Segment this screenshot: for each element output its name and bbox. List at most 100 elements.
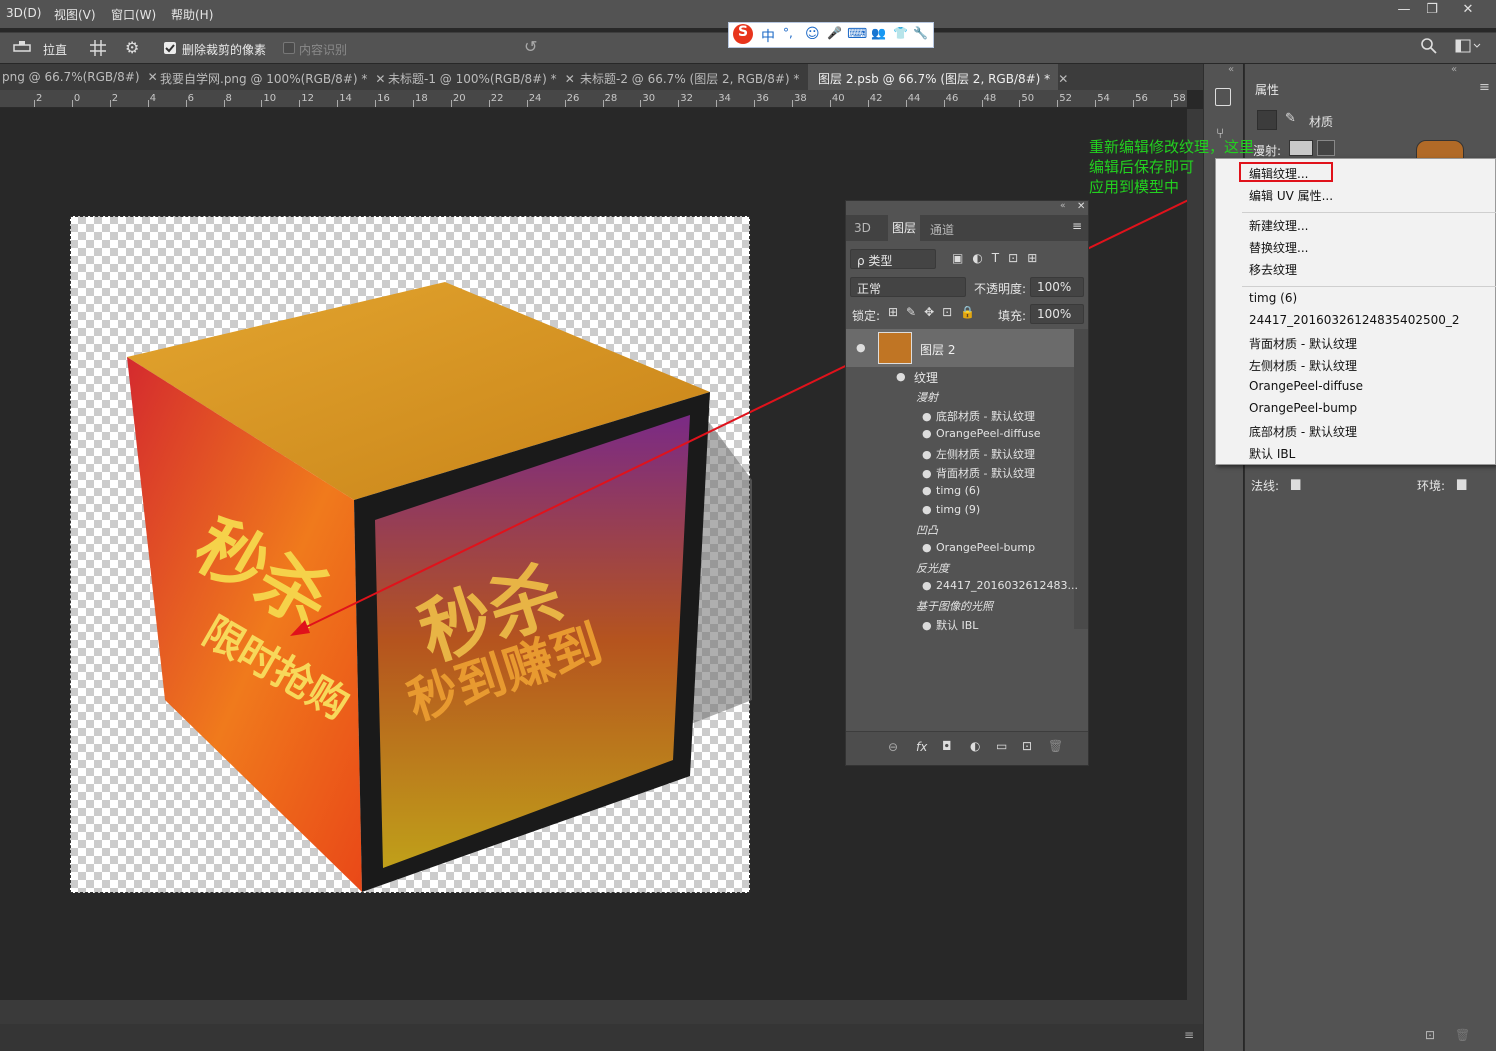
layer-name: 图层 2 [920,343,956,357]
new-layer-icon[interactable]: ⊡ [1022,739,1032,753]
diffuse-label: 漫射: [1253,144,1282,158]
texture-item[interactable]: ● timg (6) [922,484,1150,497]
texture-group-label: 凹凸 [916,524,938,537]
trash-icon[interactable]: 🗑 [1048,739,1063,753]
annotation-text: 重新编辑修改纹理，这里 编辑后保存即可 应用到模型中 [1089,138,1255,196]
diffuse-texture-icon[interactable] [1317,140,1335,156]
vertical-scrollbar[interactable] [1187,109,1203,1024]
render-icon[interactable]: ⊡ [1425,1028,1435,1042]
properties-title: 属性 [1255,83,1280,97]
panel-menu-icon[interactable]: ≡ [1479,80,1490,95]
normal-label: 法线: [1251,479,1280,493]
fill-input[interactable]: 100% [1030,304,1084,324]
context-menu-item[interactable]: 底部材质 - 默认纹理 [1249,423,1357,440]
texture-item-label: 默认 IBL [936,619,979,632]
context-menu-item[interactable]: 新建纹理... [1249,217,1308,234]
texture-item[interactable]: ● timg (9) [922,503,1150,516]
panel-menu-icon[interactable]: ≡ [1072,219,1082,233]
collapse-icon[interactable]: « [1228,64,1234,75]
context-menu-item[interactable]: 编辑 UV 属性... [1249,187,1333,204]
trash-icon[interactable]: 🗑 [1455,1028,1470,1042]
eye-icon[interactable]: ● [922,448,936,461]
layers-panel-tabs: 3D 图层 通道 ≡ [846,215,1088,241]
texture-item-label: timg (9) [936,503,981,516]
texture-item[interactable]: ● OrangePeel-diffuse [922,427,1150,440]
blend-mode-select[interactable]: 正常 [850,277,966,297]
texture-item-label: 底部材质 - 默认纹理 [936,410,1035,423]
environment-label: 环境: [1417,479,1446,493]
eye-icon[interactable]: ● [922,541,936,554]
texture-item-label: OrangePeel-diffuse [936,427,1041,440]
status-bar: ≡ [0,1024,1203,1051]
mask-icon[interactable]: ◘ [942,739,952,753]
collapse-icon[interactable]: « [1060,201,1066,211]
material-preview-thumbnail[interactable] [1416,140,1464,160]
texture-item-label: 背面材质 - 默认纹理 [936,467,1035,480]
context-menu-item[interactable]: OrangePeel-bump [1249,401,1357,415]
panel-menu-icon[interactable]: ≡ [1184,1028,1194,1042]
eye-icon[interactable]: ● [922,579,936,592]
context-menu-item[interactable]: 默认 IBL [1249,445,1295,462]
folder-icon[interactable]: ▭ [996,739,1007,753]
close-icon[interactable]: ✕ [1077,201,1085,212]
context-menu-item[interactable]: 24417_20160326124835402500_2 [1249,313,1460,327]
fill-label: 填充: [998,309,1027,323]
eye-icon[interactable]: ● [922,484,936,497]
layers-footer: ⊖ fx ◘ ◐ ▭ ⊡ 🗑 [846,731,1088,765]
texture-item[interactable]: ● 底部材质 - 默认纹理 [922,408,1150,424]
texture-item[interactable]: ● 默认 IBL [922,617,1150,633]
eye-icon[interactable]: ● [922,427,936,440]
crop-border[interactable] [70,216,750,893]
context-menu-item[interactable]: timg (6) [1249,291,1297,305]
eye-icon[interactable]: ● [896,370,906,383]
diffuse-color-swatch[interactable] [1289,140,1313,156]
history-icon[interactable] [1215,88,1231,106]
menu-separator [1242,212,1496,213]
collapse-icon[interactable]: « [1451,64,1457,75]
texture-group-label: 基于图像的光照 [916,600,993,613]
folder-icon[interactable]: ▆ [1291,476,1300,490]
texture-item-label: OrangePeel-bump [936,541,1036,554]
horizontal-scrollbar[interactable] [0,1000,1187,1024]
texture-item[interactable]: ● 左侧材质 - 默认纹理 [922,446,1150,462]
layer-filter-select[interactable]: ρ 类型 [850,249,936,269]
texture-item[interactable]: ● 24417_2016032612483... [922,579,1150,592]
tab-layers[interactable]: 图层 [888,215,921,241]
eye-icon[interactable]: ● [922,503,936,516]
textures-label: 纹理 [914,371,939,385]
opacity-label: 不透明度: [974,282,1027,296]
context-menu-item[interactable]: 移去纹理 [1249,261,1297,278]
fx-icon[interactable]: fx [916,740,927,754]
texture-group-label: 漫射 [916,391,938,404]
tab-channels[interactable]: 通道 [930,221,954,238]
material-type-icon[interactable] [1257,110,1277,130]
texture-item-label: 左侧材质 - 默认纹理 [936,448,1035,461]
texture-context-menu: 编辑纹理... 编辑 UV 属性... 新建纹理... 替换纹理... 移去纹理 timg… [1215,158,1496,465]
adjustment-icon[interactable]: ◐ [970,739,980,753]
context-menu-item[interactable]: 替换纹理... [1249,239,1308,256]
texture-group-label: 反光度 [916,562,949,575]
context-menu-item[interactable]: 左侧材质 - 默认纹理 [1249,357,1357,374]
lock-label: 锁定: [852,309,881,323]
eye-icon[interactable]: ● [922,467,936,480]
filter-icons[interactable]: ▣◐T⊡⊞ [952,251,1046,265]
context-menu-item[interactable]: OrangePeel-diffuse [1249,379,1363,393]
lock-icons[interactable]: ⊞✎✥⊡🔒 [888,305,983,319]
texture-item[interactable]: ● OrangePeel-bump [922,541,1150,554]
eye-icon[interactable]: ● [856,341,866,354]
tab-3d[interactable]: 3D [854,221,871,235]
eye-icon[interactable]: ● [922,619,936,632]
layer-thumbnail [878,332,912,364]
brush-icon: ✎ [1285,111,1296,126]
eye-icon[interactable]: ● [922,410,936,423]
menu-separator [1242,286,1496,287]
context-menu-item[interactable]: 背面材质 - 默认纹理 [1249,335,1357,352]
link-icon[interactable]: ⊖ [888,740,898,754]
folder-icon[interactable]: ▆ [1457,476,1466,490]
layer-row-active[interactable]: ● 图层 2 [846,329,1074,367]
material-label: 材质 [1309,115,1334,129]
opacity-input[interactable]: 100% [1030,277,1084,297]
texture-item-label: timg (6) [936,484,981,497]
texture-item[interactable]: ● 背面材质 - 默认纹理 [922,465,1150,481]
layers-panel: « ✕ 3D 图层 通道 ≡ ρ 类型 ▣◐T⊡⊞ 正常 不透明度: 100% … [845,200,1089,766]
